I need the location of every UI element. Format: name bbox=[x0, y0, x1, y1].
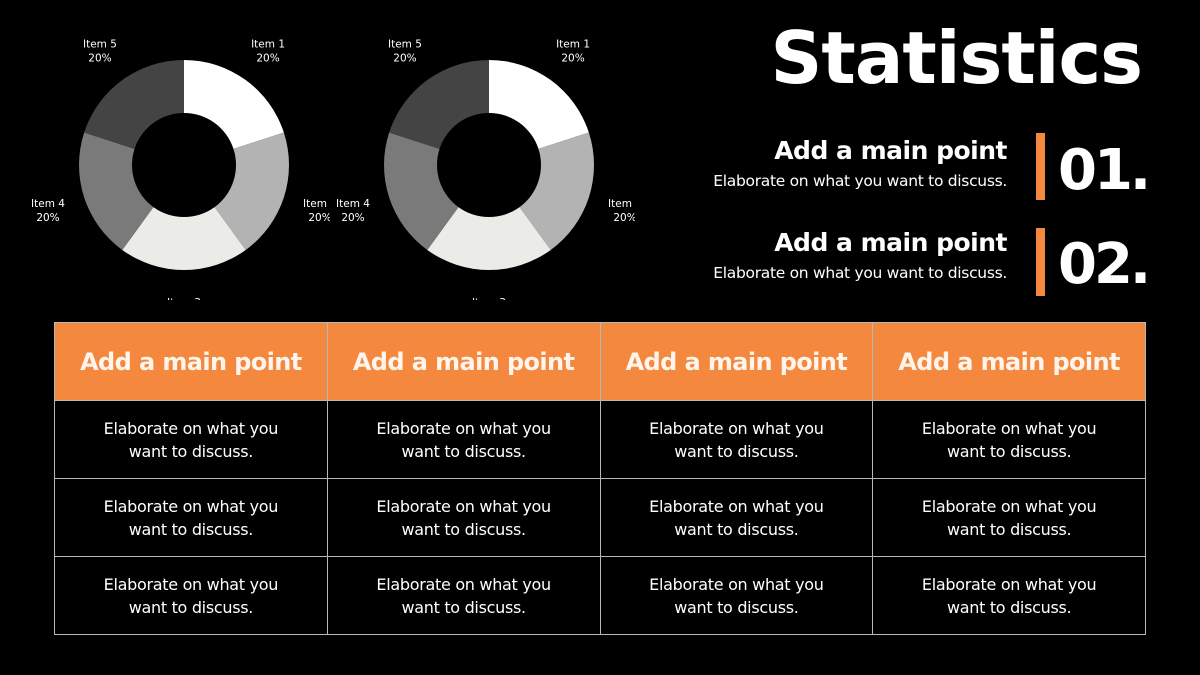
point-1: Add a main point Elaborate on what you w… bbox=[713, 136, 1007, 192]
page-title: Statistics bbox=[770, 16, 1143, 100]
slice-category-label: Item 5 bbox=[83, 38, 117, 50]
slice-label: Item 1 20% bbox=[556, 38, 590, 64]
point-heading: Add a main point bbox=[774, 136, 1007, 165]
point-number: 02. bbox=[1058, 232, 1151, 297]
table-cell: Elaborate on what you want to discuss. bbox=[872, 478, 1146, 557]
point-heading: Add a main point bbox=[774, 228, 1007, 257]
slice-category-label: Item 3 bbox=[472, 297, 506, 300]
slice-label: Item 4 20% bbox=[336, 198, 370, 224]
table-cell: Elaborate on what you want to discuss. bbox=[326, 478, 601, 557]
slice-label: Item 320% bbox=[472, 297, 506, 300]
slice-value-label: 20% bbox=[88, 52, 111, 64]
donut-chart-svg: Item 120%Item 220%Item 320%Item 420%Item… bbox=[31, 38, 330, 300]
slice-category-label: Item 4 bbox=[336, 198, 370, 210]
slice-label: Item 4 20% bbox=[31, 198, 65, 224]
table-cell: Elaborate on what you want to discuss. bbox=[54, 400, 328, 479]
table-row: Elaborate on what you want to discuss. E… bbox=[54, 556, 1146, 635]
table-row: Elaborate on what you want to discuss. E… bbox=[54, 478, 1146, 557]
slice-value-label: 20% bbox=[341, 212, 364, 224]
slice-value-label: 20% bbox=[36, 212, 59, 224]
point-body: Elaborate on what you want to discuss. bbox=[713, 264, 1007, 282]
point-2: Add a main point Elaborate on what you w… bbox=[713, 228, 1007, 284]
slice-category-label: Item 2 bbox=[608, 198, 635, 210]
slice-label: Item 5 20% bbox=[388, 38, 422, 64]
accent-bar bbox=[1036, 133, 1045, 200]
table-cell: Elaborate on what you want to discuss. bbox=[599, 478, 874, 557]
accent-bar bbox=[1036, 228, 1045, 296]
point-number: 01. bbox=[1058, 138, 1151, 203]
slice-category-label: Item 5 bbox=[388, 38, 422, 50]
table-header-row: Add a main point Add a main point Add a … bbox=[54, 322, 1146, 401]
donut-slice bbox=[489, 60, 589, 149]
slice-category-label: Item 3 bbox=[167, 297, 201, 300]
table-cell: Elaborate on what you want to discuss. bbox=[54, 478, 328, 557]
slice-label: Item 2 20% bbox=[303, 198, 330, 224]
slice-category-label: Item 4 bbox=[31, 198, 65, 210]
table-cell: Elaborate on what you want to discuss. bbox=[326, 556, 601, 635]
slice-category-label: Item 2 bbox=[303, 198, 330, 210]
table-header: Add a main point bbox=[872, 322, 1146, 401]
point-body: Elaborate on what you want to discuss. bbox=[713, 172, 1007, 190]
slice-category-label: Item 1 bbox=[556, 38, 590, 50]
table-header: Add a main point bbox=[54, 322, 328, 401]
table-header: Add a main point bbox=[599, 322, 874, 401]
slice-label: Item 320% bbox=[167, 297, 201, 300]
table-cell: Elaborate on what you want to discuss. bbox=[872, 400, 1146, 479]
table-row: Elaborate on what you want to discuss. E… bbox=[54, 400, 1146, 479]
slice-label: Item 5 20% bbox=[83, 38, 117, 64]
slice-value-label: 20% bbox=[561, 52, 584, 64]
table-cell: Elaborate on what you want to discuss. bbox=[872, 556, 1146, 635]
donut-slice bbox=[84, 60, 184, 149]
donut-slice bbox=[184, 60, 284, 149]
donut-chart-2: Item 120%Item 220%Item 320%Item 420%Item… bbox=[335, 30, 635, 300]
slice-label: Item 1 20% bbox=[251, 38, 285, 64]
table-cell: Elaborate on what you want to discuss. bbox=[599, 400, 874, 479]
table-cell: Elaborate on what you want to discuss. bbox=[54, 556, 328, 635]
slice-category-label: Item 1 bbox=[251, 38, 285, 50]
slice-value-label: 20% bbox=[308, 212, 330, 224]
donut-chart-svg: Item 120%Item 220%Item 320%Item 420%Item… bbox=[336, 38, 635, 300]
slice-value-label: 20% bbox=[393, 52, 416, 64]
slice-value-label: 20% bbox=[613, 212, 635, 224]
info-table: Add a main point Add a main point Add a … bbox=[54, 322, 1146, 635]
donut-slice bbox=[389, 60, 489, 149]
table-cell: Elaborate on what you want to discuss. bbox=[326, 400, 601, 479]
table-header: Add a main point bbox=[326, 322, 601, 401]
table-cell: Elaborate on what you want to discuss. bbox=[599, 556, 874, 635]
donut-chart-1: Item 120%Item 220%Item 320%Item 420%Item… bbox=[30, 30, 330, 300]
slice-label: Item 2 20% bbox=[608, 198, 635, 224]
slice-value-label: 20% bbox=[256, 52, 279, 64]
